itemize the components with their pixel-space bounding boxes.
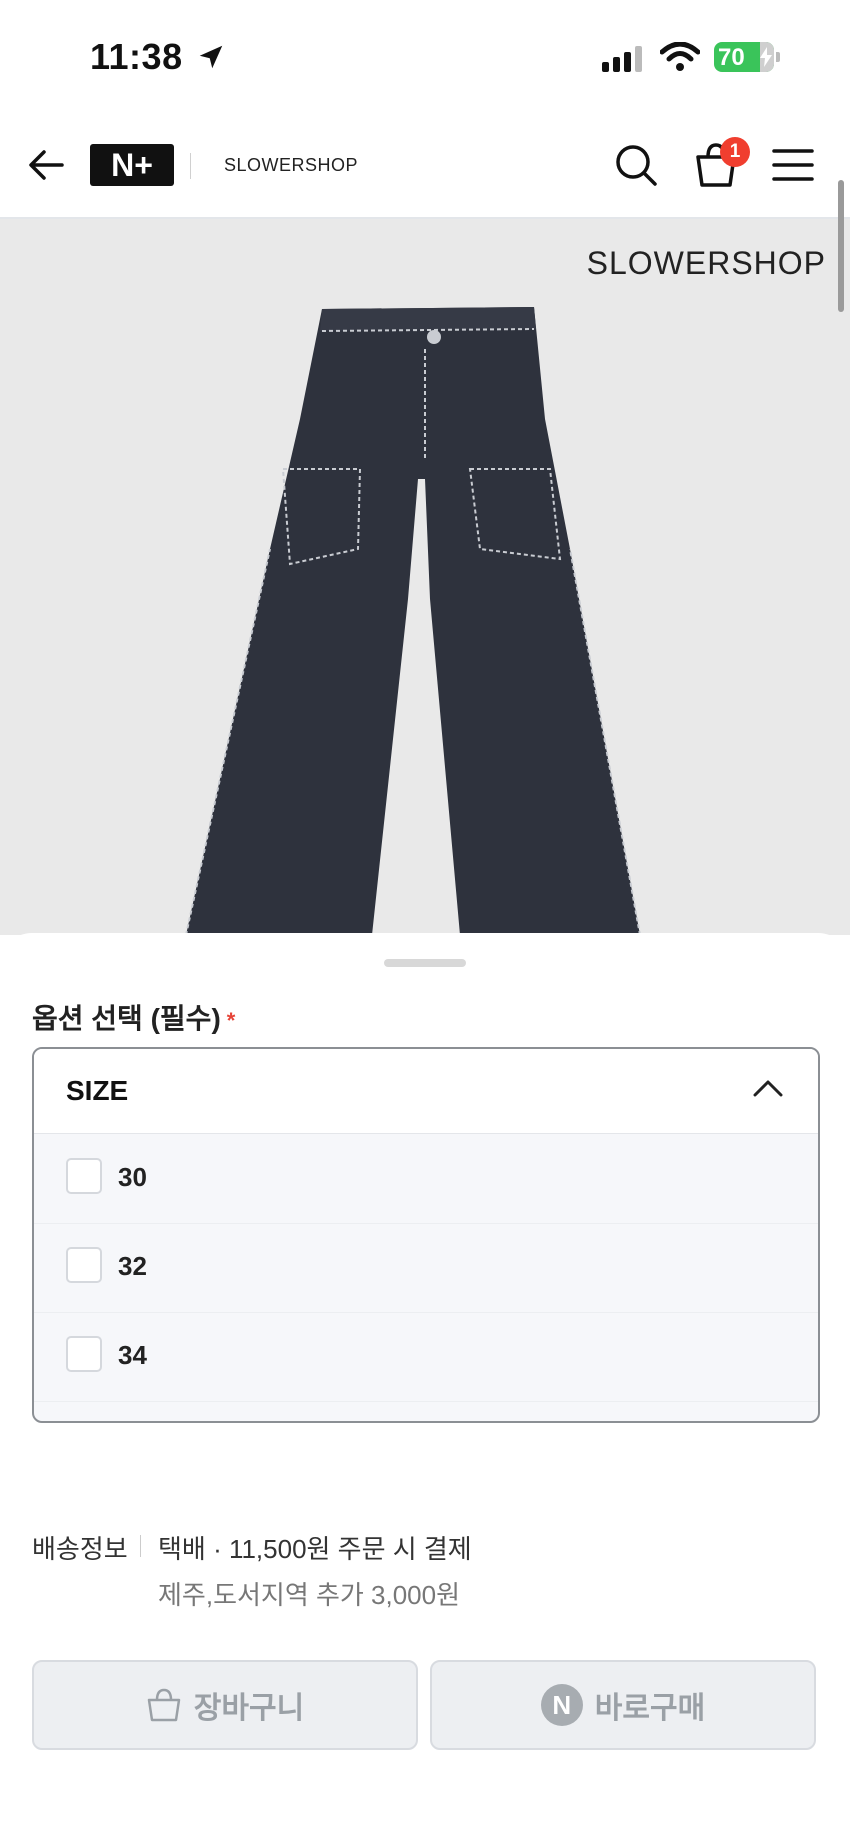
- naver-plus-logo[interactable]: N+: [90, 144, 174, 186]
- shop-name[interactable]: SLOWERSHOP: [224, 155, 358, 176]
- size-option-value: 32: [118, 1251, 147, 1281]
- back-arrow-icon[interactable]: [26, 145, 66, 185]
- option-section-title: 옵션 선택 (필수) *: [32, 997, 235, 1037]
- size-option-34[interactable]: 34: [34, 1312, 818, 1402]
- cart-count-badge: 1: [720, 137, 750, 167]
- option-title-text: 옵션 선택 (필수): [32, 1003, 221, 1034]
- size-option-32[interactable]: 32: [34, 1223, 818, 1313]
- status-bar: 11:38 70: [0, 0, 850, 115]
- cellular-signal-icon: [602, 46, 642, 72]
- shopping-basket-icon: [147, 1688, 181, 1722]
- size-option-value: 30: [118, 1162, 147, 1192]
- option-bottom-sheet: 옵션 선택 (필수)* SIZE 30 32 34 36 배송정보 택배 · 1…: [0, 933, 850, 1842]
- chevron-up-icon[interactable]: [752, 1077, 784, 1099]
- search-icon[interactable]: [614, 143, 658, 187]
- shipping-fee-text: 택배 · 11,500원 주문 시 결제: [158, 1534, 472, 1564]
- shipping-divider: [140, 1535, 141, 1557]
- size-option-36[interactable]: 36: [34, 1401, 818, 1421]
- size-select-dropdown: SIZE 30 32 34 36: [32, 1047, 820, 1423]
- battery-level: 70: [718, 44, 745, 71]
- jeans-illustration: [185, 307, 641, 935]
- wifi-icon: [660, 42, 700, 71]
- size-select-label: SIZE: [66, 1075, 129, 1106]
- location-arrow-icon: [199, 45, 223, 69]
- checkbox[interactable]: [66, 1247, 102, 1283]
- sheet-drag-handle[interactable]: [384, 959, 466, 967]
- required-mark: *: [226, 1007, 236, 1033]
- size-option-30[interactable]: 30: [34, 1134, 818, 1224]
- hamburger-menu-icon[interactable]: [772, 147, 814, 183]
- shipping-info-label: 배송정보: [32, 1534, 128, 1564]
- charging-bolt-icon: [760, 47, 772, 67]
- add-to-cart-button[interactable]: 장바구니: [32, 1660, 418, 1750]
- page-scrollbar[interactable]: [838, 180, 844, 312]
- checkbox[interactable]: [66, 1336, 102, 1372]
- app-header: N+ SLOWERSHOP 1: [0, 115, 850, 219]
- size-option-value: 34: [118, 1340, 147, 1370]
- shipping-extra-fee-text: 제주,도서지역 추가 3,000원: [158, 1580, 461, 1610]
- buy-now-label: 바로구매: [594, 1692, 706, 1725]
- checkbox[interactable]: [66, 1158, 102, 1194]
- status-time: 11:38: [90, 36, 183, 77]
- battery-icon: 70: [714, 42, 780, 72]
- buy-now-button[interactable]: N 바로구매: [430, 1660, 816, 1750]
- header-divider: [190, 153, 191, 179]
- add-to-cart-label: 장바구니: [193, 1692, 305, 1725]
- naver-pay-icon: N: [540, 1684, 583, 1726]
- size-select-header[interactable]: SIZE: [34, 1049, 818, 1134]
- product-image[interactable]: SLOWERSHOP: [0, 219, 850, 935]
